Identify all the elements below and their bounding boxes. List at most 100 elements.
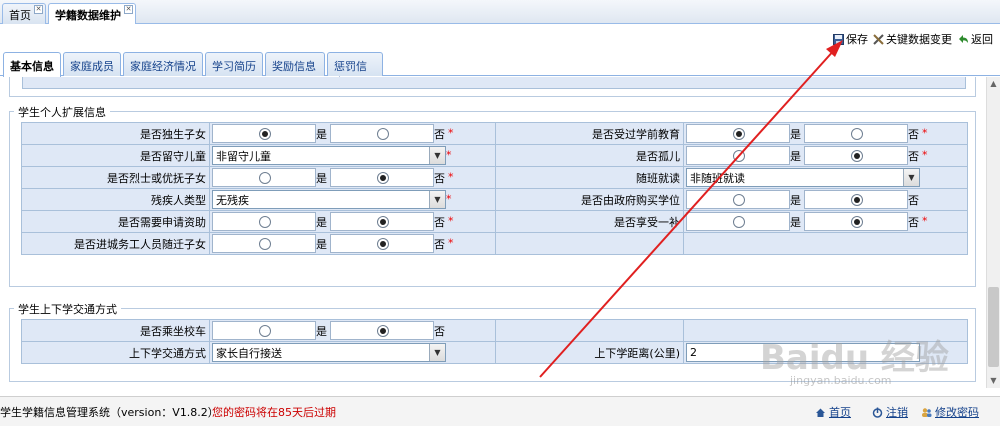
no-radio-box[interactable] [330,124,434,143]
tab-family-members[interactable]: 家庭成员 [63,52,121,76]
bus-yes-radio[interactable] [259,325,271,337]
top-tab-home[interactable]: 首页 ✕ [2,3,46,24]
left-field-4-value-cell: 是 否 * [209,210,496,233]
left-field-2-value-cell: 是 否 * [209,166,496,189]
right-field-0-label: 是否受过学前教育 [495,122,684,145]
right-field-0-value-cell: 是 否 * [683,122,968,145]
home-link[interactable]: 首页 [815,404,851,420]
no-radio[interactable] [851,194,863,206]
no-radio-box[interactable] [804,124,908,143]
chevron-down-icon[interactable]: ▼ [429,344,445,361]
no-radio-box[interactable] [330,234,434,253]
chevron-down-icon[interactable]: ▼ [429,147,445,164]
table-row: 是否留守儿童 非留守儿童 ▼ * 是否孤儿是否 * [21,144,968,167]
yes-radio[interactable] [733,194,745,206]
back-button[interactable]: 返回 [958,31,993,47]
yes-radio-box[interactable] [686,190,790,209]
transport-mode-select[interactable]: 家长自行接送 ▼ [212,343,446,362]
required-mark: * [448,236,454,250]
left-field-3-value-cell: 无残疾 ▼ * [209,188,496,211]
yes-radio[interactable] [259,128,271,140]
close-icon[interactable]: ✕ [124,5,133,14]
top-tab-strip: 首页 ✕ 学籍数据维护 ✕ [0,0,1000,25]
yes-radio-box[interactable] [212,168,316,187]
yes-option-label: 是 [790,127,801,141]
transport-mode-label: 上下学交通方式 [21,341,210,364]
required-mark: * [446,192,452,206]
no-radio[interactable] [377,238,389,250]
no-radio[interactable] [377,128,389,140]
tab-study-resume[interactable]: 学习简历 [205,52,263,76]
yes-radio[interactable] [259,172,271,184]
transport-mode-cell: 家长自行接送 ▼ [209,341,496,364]
no-option-label: 否 [434,324,445,338]
no-radio[interactable] [851,150,863,162]
no-option-label: 否 [434,237,445,251]
left-field-0-label: 是否独生子女 [21,122,210,145]
close-icon[interactable]: ✕ [34,5,43,14]
tools-icon [873,33,884,45]
scroll-up-icon[interactable]: ▲ [987,77,1000,91]
yes-radio[interactable] [733,128,745,140]
tab-family-economy-label: 家庭经济情况 [130,60,196,73]
yes-radio-box[interactable] [212,234,316,253]
home-link-label: 首页 [829,406,851,419]
no-option-label: 否 [908,127,919,141]
yes-option-label: 是 [316,127,327,141]
table-row: 是否独生子女是否 * 是否受过学前教育是否 * [21,122,968,145]
tab-family-economy[interactable]: 家庭经济情况 [123,52,203,76]
bus-no-radio-box[interactable] [330,321,434,340]
tab-basic-info[interactable]: 基本信息 [3,52,61,77]
yes-radio[interactable] [733,216,745,228]
no-radio[interactable] [377,172,389,184]
back-arrow-icon [959,34,968,43]
yes-radio-box[interactable] [686,124,790,143]
bus-radio-cell: 是否 [209,319,496,342]
required-mark: * [922,214,928,228]
no-option-label: 否 [434,215,445,229]
left-field-5-value-cell: 是 否 * [209,232,496,255]
no-radio[interactable] [851,128,863,140]
top-tab-student-data[interactable]: 学籍数据维护 ✕ [48,3,136,25]
required-mark: * [448,170,454,184]
no-radio-box[interactable] [330,212,434,231]
power-icon [872,407,883,418]
yes-radio-box[interactable] [212,124,316,143]
no-radio-box[interactable] [804,212,908,231]
bus-no-radio[interactable] [377,325,389,337]
yes-radio[interactable] [259,238,271,250]
left-field-3-select[interactable]: 无残疾 ▼ [212,190,446,209]
logout-link[interactable]: 注销 [872,404,908,420]
ext-info-table: 是否独生子女是否 * 是否受过学前教育是否 * 是否留守儿童 非留守儿童 ▼ * 是否孤儿是否 *… [21,122,968,255]
left-field-3-label: 残疾人类型 [21,188,210,211]
no-radio-box[interactable] [330,168,434,187]
no-radio[interactable] [377,216,389,228]
chevron-down-icon[interactable]: ▼ [903,169,919,186]
no-option-label: 否 [908,193,919,207]
bus-yes-radio-box[interactable] [212,321,316,340]
key-data-change-button[interactable]: 关键数据变更 [873,31,952,47]
vertical-scrollbar[interactable]: ▲ ▼ [986,77,1000,388]
left-field-1-select[interactable]: 非留守儿童 ▼ [212,146,446,165]
save-button[interactable]: 保存 [833,31,868,47]
scrollbar-thumb[interactable] [988,287,999,367]
yes-radio[interactable] [733,150,745,162]
tab-study-resume-label: 学习简历 [212,60,256,73]
chevron-down-icon[interactable]: ▼ [429,191,445,208]
yes-radio-box[interactable] [686,212,790,231]
scroll-down-icon[interactable]: ▼ [987,374,1000,388]
right-field-1-value-cell: 是 否 * [683,144,968,167]
tab-rewards[interactable]: 奖励信息 [265,52,325,76]
no-radio[interactable] [851,216,863,228]
yes-radio-box[interactable] [686,146,790,165]
yes-radio-box[interactable] [212,212,316,231]
no-radio-box[interactable] [804,190,908,209]
no-radio-box[interactable] [804,146,908,165]
change-password-link[interactable]: 修改密码 [921,404,979,420]
yes-radio[interactable] [259,216,271,228]
right-field-2-select[interactable]: 非随班就读 ▼ [686,168,920,187]
yes-option-label: 是 [790,193,801,207]
previous-section-edge [9,77,976,97]
tab-punishments[interactable]: 惩罚信息 [327,52,383,89]
tab-family-members-label: 家庭成员 [70,60,114,73]
